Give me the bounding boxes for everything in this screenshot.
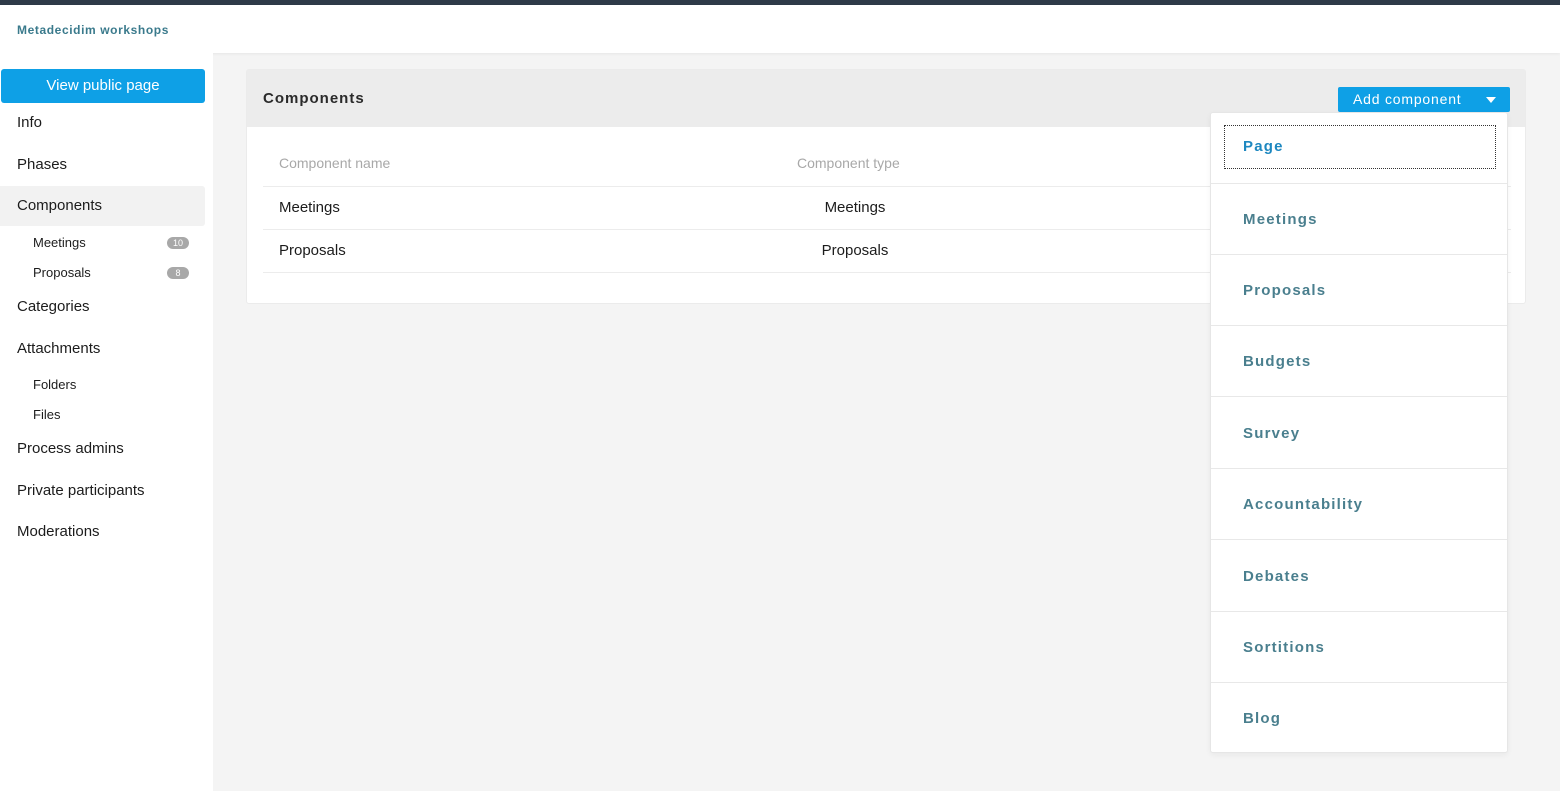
dropdown-item-label: Proposals [1243, 282, 1327, 299]
sidebar-item-process-admins[interactable]: Process admins [0, 429, 205, 469]
component-type-cell: Meetings [824, 199, 886, 216]
sidebar-subitem-meetings[interactable]: Meetings 10 [0, 230, 205, 256]
component-type-cell: Proposals [821, 242, 889, 259]
dropdown-item-label: Survey [1243, 425, 1301, 442]
dropdown-item-label: Budgets [1243, 353, 1312, 370]
sidebar-item-info[interactable]: Info [0, 103, 205, 143]
header: Metadecidim workshops [0, 5, 1560, 53]
component-name-cell[interactable]: Proposals [279, 242, 346, 259]
sidebar-item-moderations[interactable]: Moderations [0, 512, 205, 552]
add-component-label: Add component [1353, 91, 1462, 107]
dropdown-item-debates[interactable]: Debates [1211, 541, 1507, 612]
dropdown-item-page[interactable]: Page [1211, 113, 1507, 184]
sidebar-item-phases[interactable]: Phases [0, 145, 205, 185]
dropdown-item-accountability[interactable]: Accountability [1211, 469, 1507, 540]
caret-down-icon [1486, 97, 1496, 103]
dropdown-item-label: Debates [1243, 568, 1310, 585]
sidebar-subitem-proposals[interactable]: Proposals 8 [0, 260, 205, 286]
dropdown-item-sortitions[interactable]: Sortitions [1211, 612, 1507, 683]
sidebar-subitem-label: Meetings [33, 235, 86, 250]
sidebar-subitem-label: Proposals [33, 265, 91, 280]
column-header-type[interactable]: Component type [797, 155, 900, 171]
sidebar-item-categories[interactable]: Categories [0, 287, 205, 327]
count-badge: 10 [167, 237, 189, 249]
dropdown-item-label: Accountability [1243, 496, 1364, 513]
add-component-dropdown: Page Meetings Proposals Budgets Survey A… [1210, 112, 1508, 753]
dropdown-item-label: Meetings [1243, 211, 1318, 228]
dropdown-item-meetings[interactable]: Meetings [1211, 184, 1507, 255]
sidebar-subitem-files[interactable]: Files [0, 402, 205, 428]
dropdown-item-label: Blog [1243, 710, 1282, 727]
dropdown-item-budgets[interactable]: Budgets [1211, 326, 1507, 397]
dropdown-item-survey[interactable]: Survey [1211, 398, 1507, 469]
brand-title[interactable]: Metadecidim workshops [17, 23, 169, 37]
dropdown-item-label: Sortitions [1243, 639, 1325, 656]
count-badge: 8 [167, 267, 189, 279]
dropdown-item-label: Page [1243, 138, 1284, 155]
sidebar: View public page Info Phases Components … [0, 53, 213, 791]
sidebar-item-private-participants[interactable]: Private participants [0, 471, 205, 511]
dropdown-item-blog[interactable]: Blog [1211, 683, 1507, 754]
sidebar-subitem-folders[interactable]: Folders [0, 372, 205, 398]
view-public-page-button[interactable]: View public page [1, 69, 205, 103]
dropdown-item-proposals[interactable]: Proposals [1211, 255, 1507, 326]
page-title: Components [263, 90, 365, 107]
column-header-name[interactable]: Component name [279, 155, 390, 171]
sidebar-item-components[interactable]: Components [0, 186, 205, 226]
sidebar-item-attachments[interactable]: Attachments [0, 329, 205, 369]
component-name-cell[interactable]: Meetings [279, 199, 340, 216]
add-component-button[interactable]: Add component [1338, 87, 1510, 112]
